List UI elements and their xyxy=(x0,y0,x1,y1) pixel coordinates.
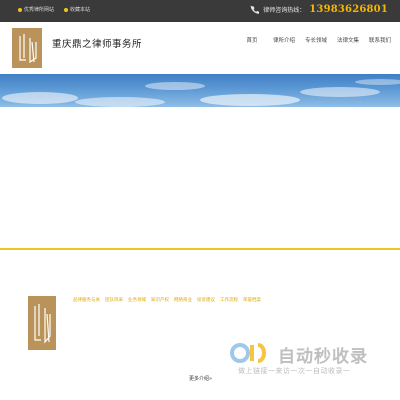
footer-logo-icon xyxy=(28,296,56,350)
site-header: 重庆鼎之律师事务所 首页 律所介绍 专长领域 法律文集 联系我们 xyxy=(0,22,400,74)
more-link[interactable]: 更多介绍» xyxy=(189,375,212,382)
sky-banner xyxy=(0,74,400,107)
footer-link-3[interactable]: 业务领域 xyxy=(128,297,146,303)
footer-link-8[interactable]: 荣誉档案 xyxy=(243,297,261,303)
watermark-subtitle: 做上链接一来访一次一自动收录一 xyxy=(238,367,351,375)
hotline-phone[interactable]: 13983626801 xyxy=(309,4,388,15)
nav-home[interactable]: 首页 xyxy=(236,36,268,44)
top-link-recommend-label: 优秀律所网站 xyxy=(24,7,55,13)
footer-link-4[interactable]: 知识产权 xyxy=(151,297,169,303)
nav-contact[interactable]: 联系我们 xyxy=(364,36,396,44)
main-nav: 首页 律所介绍 专长领域 法律文集 联系我们 xyxy=(236,36,396,44)
site-footer: 品律服务与关 团队风采 业务领域 知识产权 网络商业 投诉建议 工作流程 荣誉档… xyxy=(0,250,400,400)
phone-icon xyxy=(251,5,260,14)
watermark-title: 自动秒收录 xyxy=(278,347,368,367)
footer-link-5[interactable]: 网络商业 xyxy=(174,297,192,303)
top-link-bookmark-label: 收藏本站 xyxy=(70,7,91,13)
firm-logo-icon[interactable] xyxy=(12,28,42,68)
footer-links: 品律服务与关 团队风采 业务领域 知识产权 网络商业 投诉建议 工作流程 荣誉档… xyxy=(73,297,261,303)
top-link-recommend[interactable]: 优秀律所网站 xyxy=(18,6,54,13)
cloud-decoration xyxy=(2,79,400,107)
hotline-label: 律师咨询热线： xyxy=(263,7,306,14)
main-content xyxy=(0,107,400,247)
top-link-bookmark[interactable]: 收藏本站 xyxy=(64,6,90,13)
watermark-logo-icon xyxy=(230,343,266,363)
footer-link-7[interactable]: 工作流程 xyxy=(220,297,238,303)
top-links: 优秀律所网站 收藏本站 xyxy=(18,6,90,13)
star-icon xyxy=(64,7,69,12)
footer-link-1[interactable]: 品律服务与关 xyxy=(73,297,100,303)
footer-link-6[interactable]: 投诉建议 xyxy=(197,297,215,303)
footer-link-2[interactable]: 团队风采 xyxy=(105,297,123,303)
hotline: 律师咨询热线： 13983626801 xyxy=(250,4,388,15)
nav-expertise[interactable]: 专长领域 xyxy=(300,36,332,44)
top-bar: 优秀律所网站 收藏本站 律师咨询热线： 13983626801 xyxy=(0,0,400,22)
nav-articles[interactable]: 法律文集 xyxy=(332,36,364,44)
firm-name: 重庆鼎之律师事务所 xyxy=(52,39,143,50)
bulb-icon xyxy=(18,7,22,12)
nav-about[interactable]: 律所介绍 xyxy=(268,36,300,44)
watermark: 自动秒收录 做上链接一来访一次一自动收录一 xyxy=(228,342,388,382)
